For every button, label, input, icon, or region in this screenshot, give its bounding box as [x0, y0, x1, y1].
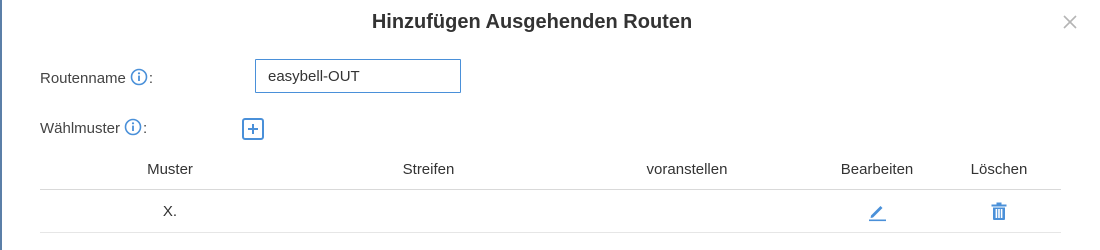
row-muster: X. — [162, 202, 178, 220]
pencil-icon[interactable] — [866, 200, 888, 222]
route-name-input[interactable] — [255, 59, 461, 93]
info-icon[interactable] — [130, 68, 148, 86]
table-header: Muster Streifen voranstellen Bearbeiten … — [40, 152, 1061, 190]
dial-pattern-colon: : — [143, 120, 148, 137]
dial-pattern-table: Muster Streifen voranstellen Bearbeiten … — [40, 152, 1061, 233]
header-bearbeiten: Bearbeiten — [840, 161, 914, 178]
dial-pattern-label: Wählmuster — [40, 120, 121, 137]
header-loeschen: Löschen — [970, 161, 1028, 178]
row-delete-cell — [937, 190, 1061, 232]
table-row: X. — [40, 190, 1061, 233]
dialog-title: Hinzufügen Ausgehenden Routen — [371, 11, 693, 33]
header-voranstellen: voranstellen — [646, 161, 728, 178]
row-streifen — [300, 190, 557, 232]
close-icon[interactable] — [1060, 12, 1080, 32]
header-streifen: Streifen — [402, 161, 455, 178]
route-name-label-group: Routenname : — [40, 68, 153, 90]
route-name-colon: : — [148, 70, 154, 87]
route-name-label: Routenname — [40, 70, 126, 87]
row-voranstellen — [557, 190, 817, 232]
row-edit-cell — [817, 190, 937, 232]
add-pattern-button[interactable] — [242, 118, 264, 140]
window-left-border — [0, 0, 2, 250]
trash-icon[interactable] — [988, 200, 1010, 222]
info-icon[interactable] — [124, 118, 142, 136]
header-muster: Muster — [147, 161, 193, 178]
dial-pattern-label-group: Wählmuster : — [40, 118, 147, 140]
